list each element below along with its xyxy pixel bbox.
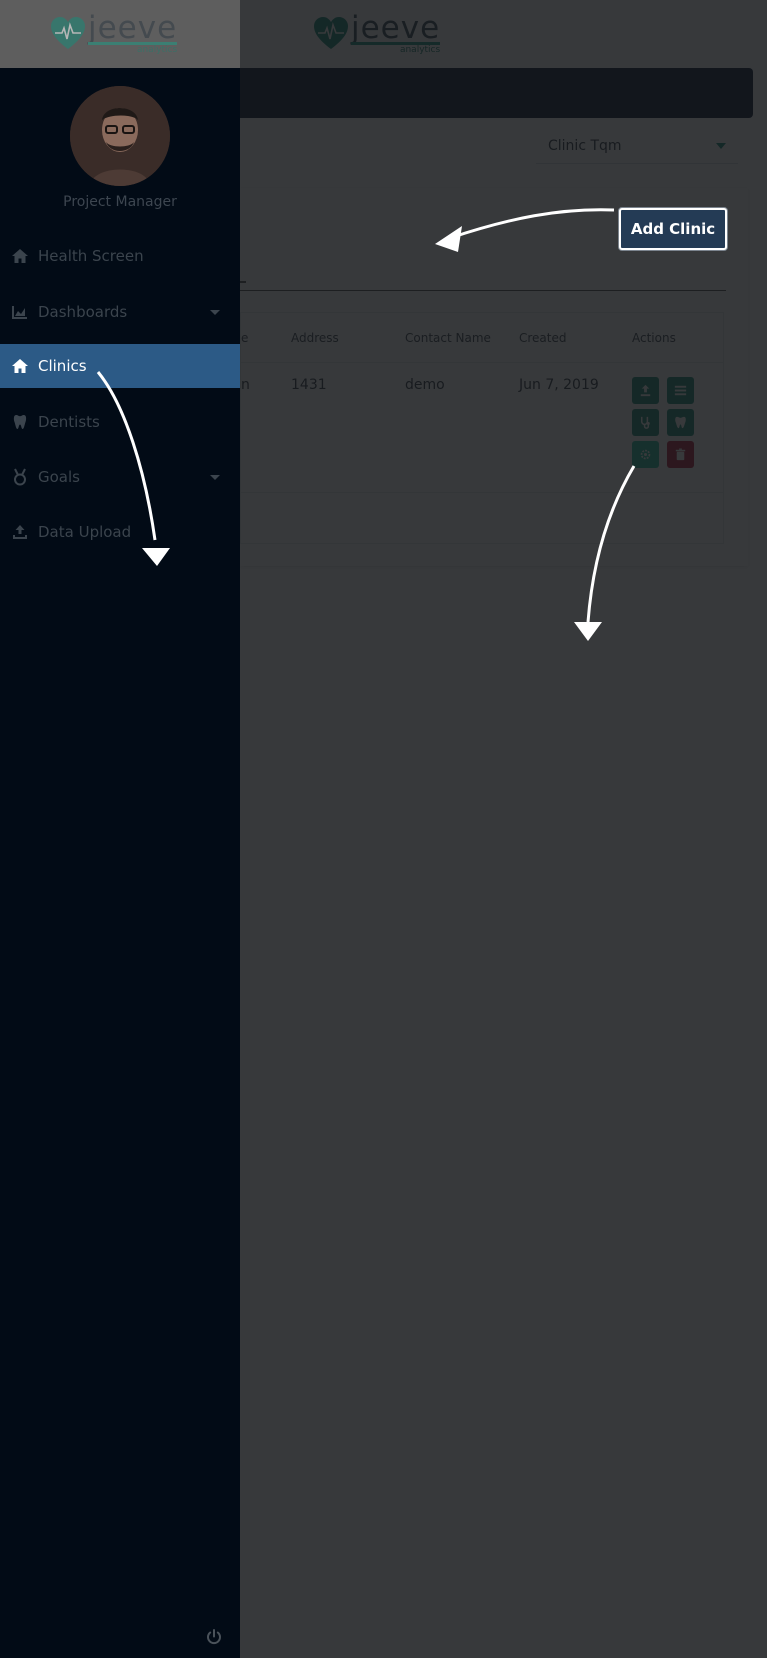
- column-header-name[interactable]: e: [241, 331, 291, 345]
- table-row: n 1431 demo Jun 7, 2019: [241, 363, 723, 493]
- avatar[interactable]: [70, 86, 170, 186]
- sidebar-item-label: Data Upload: [38, 523, 132, 541]
- heart-logo-icon: [51, 17, 85, 49]
- cell-contact: demo: [405, 377, 445, 393]
- chevron-down-icon: [716, 142, 726, 149]
- upload-icon: [640, 384, 651, 397]
- sidebar-item-health-screen[interactable]: Health Screen: [0, 234, 240, 278]
- sidebar-item-label: Goals: [38, 468, 80, 486]
- home-icon: [10, 246, 30, 266]
- table-footer: [241, 493, 723, 543]
- chevron-down-icon: [210, 309, 220, 315]
- card-divider: [240, 290, 726, 291]
- tooth-icon: [10, 412, 30, 432]
- upload-icon: [10, 522, 30, 542]
- list-action-button[interactable]: [667, 377, 694, 404]
- stethoscope-action-button[interactable]: [632, 409, 659, 436]
- sidebar-item-label: Health Screen: [38, 247, 144, 265]
- heart-logo-icon: [314, 17, 348, 49]
- cell-created: Jun 7, 2019: [519, 377, 599, 393]
- tooth-action-button[interactable]: [667, 409, 694, 436]
- logo-tagline: analytics: [88, 42, 178, 55]
- column-header-contact[interactable]: Contact Name: [405, 331, 519, 345]
- delete-action-button[interactable]: [667, 441, 694, 468]
- sidebar-item-data-upload[interactable]: Data Upload: [0, 510, 240, 554]
- logo-wordmark: jeeve: [351, 10, 441, 46]
- gear-icon: [640, 449, 651, 460]
- table-header: e Address Contact Name Created Actions: [241, 313, 723, 363]
- clinic-selector[interactable]: Clinic Tqm: [536, 128, 738, 164]
- settings-action-button[interactable]: [632, 441, 659, 468]
- list-icon: [674, 385, 687, 396]
- column-header-created[interactable]: Created: [519, 331, 632, 345]
- sidebar-item-dashboards[interactable]: Dashboards: [0, 290, 240, 334]
- sidebar-logo-area: jeeve analytics: [0, 0, 240, 68]
- add-clinic-button[interactable]: Add Clinic: [619, 208, 727, 250]
- sidebar: jeeve analytics Project Manager Health S…: [0, 0, 240, 1658]
- sidebar-item-clinics[interactable]: Clinics: [0, 344, 240, 388]
- sidebar-item-goals[interactable]: Goals: [0, 455, 240, 499]
- upload-action-button[interactable]: [632, 377, 659, 404]
- brand-logo[interactable]: jeeve analytics: [313, 10, 441, 56]
- column-header-address[interactable]: Address: [291, 331, 405, 345]
- user-role: Project Manager: [63, 194, 177, 210]
- clinic-selector-value: Clinic Tqm: [548, 137, 622, 154]
- sidebar-item-label: Dashboards: [38, 303, 128, 321]
- cell-actions: [632, 377, 722, 492]
- sidebar-item-dentists[interactable]: Dentists: [0, 400, 240, 444]
- medal-icon: [10, 467, 30, 487]
- tooth-icon: [675, 416, 686, 429]
- chevron-down-icon: [210, 474, 220, 480]
- logo-wordmark: jeeve: [88, 10, 178, 46]
- user-portrait: [70, 86, 170, 186]
- tab-underline: [240, 281, 246, 283]
- sidebar-item-label: Clinics: [38, 357, 87, 375]
- column-header-actions: Actions: [632, 330, 676, 345]
- cell-address: 1431: [291, 377, 327, 393]
- chart-icon: [10, 302, 30, 322]
- sidebar-item-label: Dentists: [38, 413, 100, 431]
- power-icon[interactable]: [205, 1628, 223, 1646]
- sidebar-brand-logo[interactable]: jeeve analytics: [50, 10, 178, 56]
- stethoscope-icon: [641, 416, 650, 429]
- cell-name: n: [241, 377, 250, 393]
- trash-icon: [675, 448, 686, 461]
- logo-tagline: analytics: [351, 42, 441, 55]
- home-icon: [10, 356, 30, 376]
- clinics-table: e Address Contact Name Created Actions n…: [240, 312, 724, 544]
